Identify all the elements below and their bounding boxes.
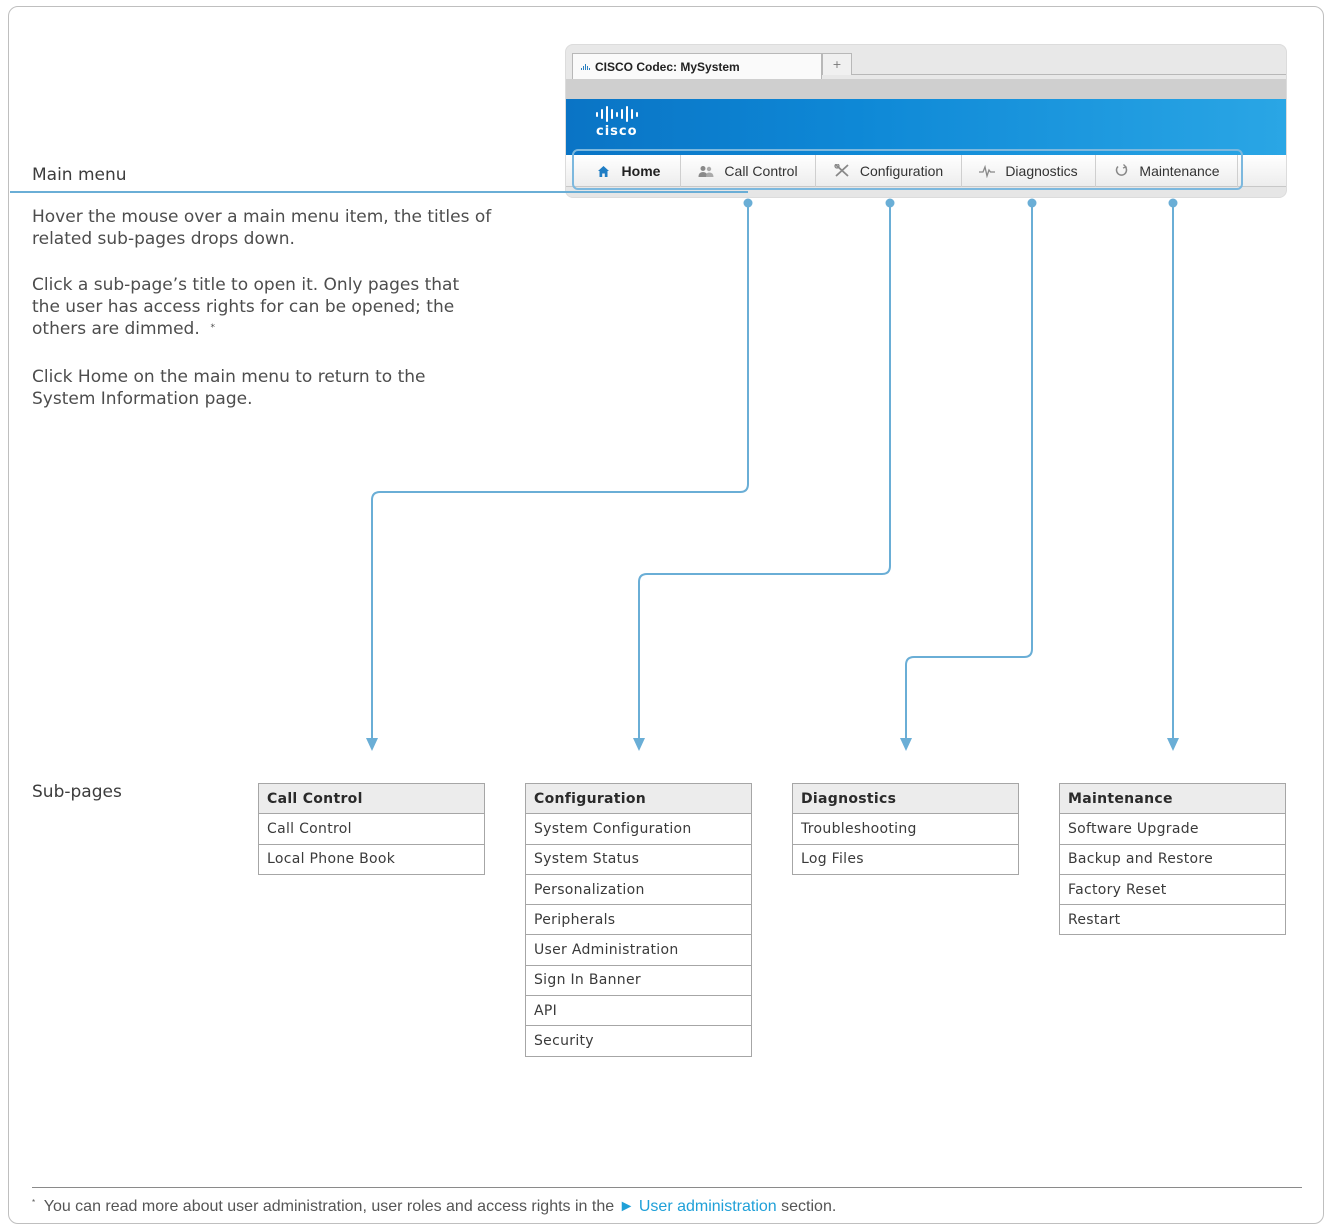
sub-page-item[interactable]: System Configuration — [525, 813, 752, 845]
browser-toolbar — [566, 79, 1286, 99]
sub-page-item[interactable]: Local Phone Book — [258, 843, 485, 875]
sub-page-item[interactable]: Peripherals — [525, 904, 752, 936]
footnote-marker: * — [210, 323, 216, 333]
browser-tab[interactable]: CISCO Codec: MySystem — [572, 53, 822, 79]
sub-page-item[interactable]: Backup and Restore — [1059, 843, 1286, 875]
sub-page-item[interactable]: Software Upgrade — [1059, 813, 1286, 845]
browser-tab-title: CISCO Codec: MySystem — [595, 59, 740, 74]
paragraph-click: Click a sub-page’s title to open it. Onl… — [32, 275, 460, 339]
sub-page-item[interactable]: User Administration — [525, 934, 752, 966]
footnote-marker: * — [32, 1198, 36, 1207]
user-administration-link[interactable]: ► User administration — [619, 1198, 777, 1215]
paragraph-home: Click Home on the main menu to return to… — [32, 367, 426, 409]
table-header: Configuration — [525, 782, 752, 815]
sub-page-item[interactable]: API — [525, 995, 752, 1027]
sub-page-item[interactable]: Troubleshooting — [792, 813, 1019, 845]
cisco-logo: cisco — [596, 105, 656, 145]
maintenance-table: Maintenance Software Upgrade Backup and … — [1059, 782, 1286, 936]
table-header: Call Control — [258, 782, 485, 815]
main-menu-heading: Main menu — [32, 165, 127, 185]
menu-highlight-box — [572, 149, 1243, 190]
arrow-right-icon: ► — [618, 1198, 635, 1215]
sub-page-item[interactable]: Call Control — [258, 813, 485, 845]
call-control-table: Call Control Call Control Local Phone Bo… — [258, 782, 485, 875]
sub-page-item[interactable]: Personalization — [525, 873, 752, 906]
cisco-header: cisco — [566, 99, 1286, 155]
table-header: Diagnostics — [792, 782, 1019, 815]
cisco-favicon-icon — [579, 61, 591, 73]
configuration-table: Configuration System Configuration Syste… — [525, 782, 752, 1057]
sub-pages-heading: Sub-pages — [32, 782, 122, 802]
sub-page-item[interactable]: Sign In Banner — [525, 964, 752, 997]
table-header: Maintenance — [1059, 782, 1286, 815]
footer-divider — [32, 1187, 1302, 1188]
new-tab-button[interactable]: + — [822, 53, 852, 75]
sub-page-item[interactable]: Security — [525, 1025, 752, 1057]
sub-page-item[interactable]: System Status — [525, 843, 752, 875]
browser-tab-bar: CISCO Codec: MySystem + — [566, 45, 1286, 79]
sub-page-item[interactable]: Log Files — [792, 843, 1019, 875]
sub-page-item[interactable]: Restart — [1059, 904, 1286, 936]
paragraph-hover: Hover the mouse over a main menu item, t… — [32, 207, 492, 249]
sub-page-item[interactable]: Factory Reset — [1059, 873, 1286, 906]
diagnostics-table: Diagnostics Troubleshooting Log Files — [792, 782, 1019, 875]
plus-icon: + — [832, 58, 842, 71]
footnote: * You can read more about user administr… — [32, 1198, 837, 1215]
